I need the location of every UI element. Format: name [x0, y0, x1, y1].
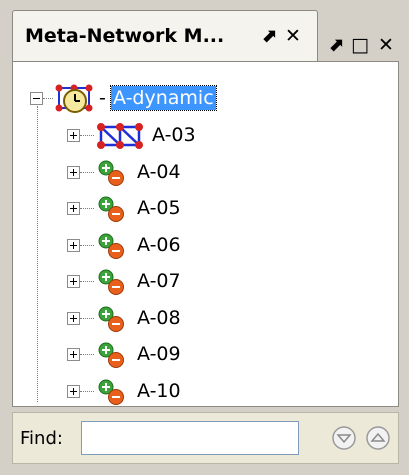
nodeset-icon [98, 379, 124, 405]
float-icon[interactable]: ⬈ [326, 34, 346, 56]
tree-item[interactable]: A-04 [13, 156, 393, 190]
expand-icon[interactable] [67, 311, 80, 325]
tree-item-label: A-09 [137, 343, 181, 365]
expand-icon[interactable] [67, 202, 80, 215]
tree-view[interactable]: - A-dynamic A-03 A-04 A-05 A-06 A-07 A-08 A-09… [12, 61, 399, 407]
expand-icon[interactable] [67, 348, 80, 361]
tree-item[interactable]: A-10 [13, 375, 393, 409]
tree-item[interactable]: A-06 [13, 229, 393, 263]
window-controls: ⬈ □ ✕ [320, 24, 406, 60]
find-previous-icon[interactable] [365, 425, 391, 451]
network-icon [97, 123, 143, 149]
tree-item[interactable]: A-07 [13, 265, 393, 299]
float-icon[interactable]: ⬈ [259, 25, 279, 47]
tree-item-label: A-08 [137, 306, 181, 329]
close-icon[interactable]: ✕ [376, 34, 396, 56]
find-bar: Find: [12, 412, 399, 464]
expand-icon[interactable] [67, 129, 80, 142]
nodeset-icon [98, 196, 124, 222]
nodeset-icon [98, 269, 124, 295]
nodeset-icon [98, 306, 124, 332]
find-next-icon[interactable] [331, 425, 357, 451]
tab-meta-network-manager[interactable]: Meta-Network M... ⬈ ✕ [12, 10, 318, 62]
tree-item-label: A-06 [137, 233, 181, 256]
collapse-icon[interactable] [30, 92, 43, 105]
meta-network-manager-panel: Meta-Network M... ⬈ ✕ ⬈ □ ✕ - A-dynamic … [0, 0, 409, 475]
expand-icon[interactable] [67, 238, 80, 252]
find-input[interactable] [81, 421, 299, 455]
tab-close-icon[interactable]: ✕ [283, 25, 303, 47]
tree-item[interactable]: A-05 [13, 192, 393, 226]
expand-icon[interactable] [67, 275, 80, 288]
nodeset-icon [98, 160, 124, 186]
tree-item[interactable]: A-09 [13, 338, 393, 372]
tree-item-label: A-10 [137, 379, 181, 402]
tree-item-label: A-04 [137, 160, 181, 183]
tree-root-label[interactable]: A-dynamic [110, 85, 217, 111]
tree-item[interactable]: A-03 [13, 119, 393, 153]
maximize-icon[interactable]: □ [350, 34, 370, 56]
nodeset-icon [98, 342, 124, 368]
find-label: Find: [20, 428, 63, 449]
expand-icon[interactable] [67, 165, 80, 179]
tree-item[interactable]: A-08 [13, 302, 393, 336]
root-dash: - [99, 87, 106, 109]
expand-icon[interactable] [67, 384, 80, 398]
tab-title: Meta-Network M... [25, 25, 225, 47]
tree-item-label: A-07 [137, 270, 181, 292]
tree-item-label: A-03 [152, 124, 196, 146]
tree-root-row[interactable]: - A-dynamic [13, 82, 393, 116]
tree-item-label: A-05 [137, 197, 181, 219]
nodeset-icon [98, 233, 124, 259]
dynamic-network-icon [55, 84, 93, 113]
